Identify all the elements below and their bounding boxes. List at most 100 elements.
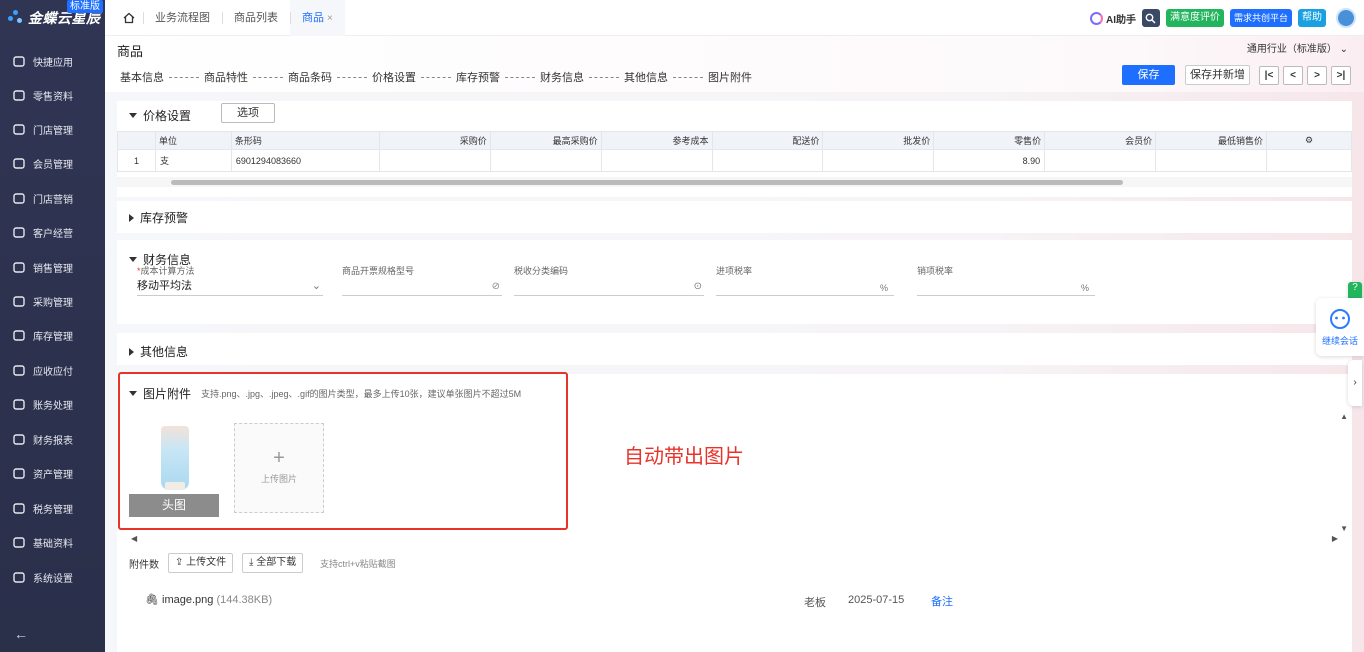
retail-price-cell[interactable]: 8.90 bbox=[933, 149, 1046, 172]
sidebar-item-label: 财务报表 bbox=[33, 435, 73, 447]
app-logo[interactable]: 金蝶云星辰 标准版 bbox=[0, 0, 105, 36]
first-record-button[interactable]: |< bbox=[1259, 66, 1279, 85]
more-icon[interactable]: ⊙ bbox=[694, 279, 702, 295]
industry-select[interactable]: 通用行业（标准版） ⌄ bbox=[1247, 40, 1348, 55]
reference-cost-cell[interactable] bbox=[600, 149, 713, 172]
tab-product[interactable]: 商品 × bbox=[290, 0, 345, 36]
sidebar-item-0[interactable]: 快捷应用 bbox=[0, 44, 105, 78]
file-name[interactable]: image.png bbox=[162, 594, 213, 606]
other-section-header[interactable]: 其他信息 bbox=[129, 343, 188, 360]
sidebar-item-8[interactable]: 库存管理 bbox=[0, 318, 105, 352]
sidebar-item-2[interactable]: 门店管理 bbox=[0, 112, 105, 146]
input-tax-rate-input[interactable]: % bbox=[716, 278, 894, 296]
sidebar-item-1[interactable]: 零售资料 bbox=[0, 78, 105, 112]
scroll-down-icon[interactable]: ▼ bbox=[1340, 524, 1348, 533]
input-tax-rate-label: 进项税率 bbox=[716, 266, 753, 276]
step-barcode[interactable]: 商品条码 bbox=[288, 69, 332, 85]
search-button[interactable] bbox=[1141, 9, 1160, 27]
step-product-features[interactable]: 商品特性 bbox=[204, 69, 248, 85]
save-button[interactable]: 保存 bbox=[1122, 65, 1175, 85]
scrollbar-thumb[interactable] bbox=[171, 180, 1123, 185]
note-link[interactable]: 备注 bbox=[931, 593, 953, 609]
scroll-up-icon[interactable]: ▲ bbox=[1340, 412, 1348, 421]
annotation-text: 自动带出图片 bbox=[624, 446, 744, 468]
min-sale-price-cell[interactable] bbox=[1155, 149, 1267, 172]
gear-icon[interactable]: ⚙ bbox=[1305, 135, 1313, 145]
prev-record-button[interactable]: < bbox=[1283, 66, 1303, 85]
invoice-spec-field[interactable]: 商品开票规格型号 ⊘ bbox=[342, 264, 502, 296]
sidebar-item-5[interactable]: 客户经营 bbox=[0, 215, 105, 249]
tab-product-list[interactable]: 商品列表 bbox=[222, 0, 290, 36]
price-section-title: 价格设置 bbox=[143, 109, 192, 123]
expand-panel-icon[interactable]: › bbox=[1348, 360, 1362, 406]
tax-code-input[interactable]: ⊙ bbox=[514, 278, 704, 296]
download-all-button[interactable]: ⤓ 全部下载 bbox=[242, 553, 304, 573]
sidebar-item-9[interactable]: 应收应付 bbox=[0, 353, 105, 387]
scroll-left-icon[interactable]: ◀ bbox=[131, 534, 137, 543]
paste-hint: 支持ctrl+v粘贴截图 bbox=[320, 559, 396, 569]
step-price[interactable]: 价格设置 bbox=[372, 69, 416, 85]
collapse-sidebar-icon[interactable]: ← bbox=[14, 626, 28, 642]
horizontal-scrollbar[interactable] bbox=[117, 177, 1352, 187]
wholesale-price-cell[interactable] bbox=[822, 149, 935, 172]
ai-icon bbox=[1089, 11, 1103, 25]
user-avatar[interactable] bbox=[1336, 8, 1356, 28]
step-basic-info[interactable]: 基本信息 bbox=[120, 69, 164, 85]
save-and-new-button[interactable]: 保存并新增 bbox=[1185, 65, 1250, 85]
step-image-attachment[interactable]: 图片附件 bbox=[708, 69, 752, 85]
step-other-info[interactable]: 其他信息 bbox=[624, 69, 668, 85]
expand-icon bbox=[129, 213, 134, 222]
report-icon bbox=[12, 433, 26, 445]
next-record-button[interactable]: > bbox=[1307, 66, 1327, 85]
last-record-button[interactable]: >| bbox=[1331, 66, 1351, 85]
sidebar-item-10[interactable]: 账务处理 bbox=[0, 387, 105, 421]
stock-section-header[interactable]: 库存预警 bbox=[129, 209, 188, 226]
cost-method-select[interactable]: 移动平均法 ⌄ bbox=[137, 278, 323, 296]
sidebar-item-3[interactable]: 会员管理 bbox=[0, 146, 105, 180]
purchase-price-cell[interactable] bbox=[378, 149, 491, 172]
sidebar-item-14[interactable]: 基础资料 bbox=[0, 525, 105, 559]
tab-process-diagram[interactable]: 业务流程图 bbox=[143, 0, 222, 36]
input-tax-rate-field[interactable]: 进项税率 % bbox=[716, 264, 894, 296]
sidebar-item-12[interactable]: 资产管理 bbox=[0, 456, 105, 490]
output-tax-rate-field[interactable]: 销项税率 % bbox=[917, 264, 1095, 296]
sidebar-item-15[interactable]: 系统设置 bbox=[0, 560, 105, 594]
chevron-down-icon: ⌄ bbox=[1339, 44, 1348, 55]
sidebar-item-13[interactable]: 税务管理 bbox=[0, 491, 105, 525]
chevron-down-icon: ⌄ bbox=[311, 280, 321, 292]
help-button[interactable]: 帮助 bbox=[1298, 9, 1326, 27]
tax-code-field[interactable]: 税收分类编码 ⊙ bbox=[514, 264, 704, 296]
table-row[interactable]: 1 支 6901294083660 8.90 bbox=[117, 149, 1353, 172]
unit-cell[interactable]: 支 bbox=[154, 149, 232, 172]
sidebar: 金蝶云星辰 标准版 快捷应用 零售资料 门店管理 会员管理 门店营销 客户经营 销售管理 采购… bbox=[0, 0, 105, 652]
options-button[interactable]: 选项 bbox=[221, 103, 275, 123]
tax-code-label: 税收分类编码 bbox=[514, 266, 569, 276]
step-stock-alert[interactable]: 库存预警 bbox=[456, 69, 500, 85]
barcode-cell[interactable]: 6901294083660 bbox=[230, 149, 380, 172]
invoice-spec-input[interactable]: ⊘ bbox=[342, 278, 502, 296]
max-purchase-price-cell[interactable] bbox=[489, 149, 602, 172]
chat-widget[interactable]: 继续会话 bbox=[1316, 298, 1364, 356]
sidebar-item-11[interactable]: 财务报表 bbox=[0, 422, 105, 456]
delivery-price-cell[interactable] bbox=[711, 149, 824, 172]
scroll-right-icon[interactable]: ▶ bbox=[1332, 534, 1338, 543]
sidebar-item-6[interactable]: 销售管理 bbox=[0, 250, 105, 284]
column-settings[interactable]: ⚙ bbox=[1265, 131, 1353, 150]
empty-cell bbox=[1265, 149, 1353, 172]
close-tab-icon[interactable]: × bbox=[327, 13, 333, 24]
price-section-header[interactable]: 价格设置 bbox=[129, 107, 191, 124]
cost-method-field[interactable]: *成本计算方法 移动平均法 ⌄ bbox=[137, 264, 323, 296]
sidebar-item-4[interactable]: 门店营销 bbox=[0, 181, 105, 215]
edit-icon[interactable]: ⊘ bbox=[492, 279, 500, 295]
output-tax-rate-input[interactable]: % bbox=[917, 278, 1095, 296]
step-finance[interactable]: 财务信息 bbox=[540, 69, 584, 85]
upload-file-button[interactable]: ⇪ 上传文件 bbox=[168, 553, 234, 573]
top-bar: 业务流程图 商品列表 商品 × AI助手 满意度评价 需求共创平台 帮助 bbox=[105, 0, 1364, 36]
satisfaction-button[interactable]: 满意度评价 bbox=[1165, 9, 1224, 27]
member-price-cell[interactable] bbox=[1044, 149, 1157, 172]
sidebar-item-7[interactable]: 采购管理 bbox=[0, 284, 105, 318]
co-creation-button[interactable]: 需求共创平台 bbox=[1229, 9, 1292, 27]
ai-assistant-button[interactable]: AI助手 bbox=[1089, 11, 1136, 26]
attachment-file[interactable]: 🖇 image.png (144.38KB) bbox=[145, 593, 272, 606]
home-icon[interactable] bbox=[123, 12, 135, 24]
